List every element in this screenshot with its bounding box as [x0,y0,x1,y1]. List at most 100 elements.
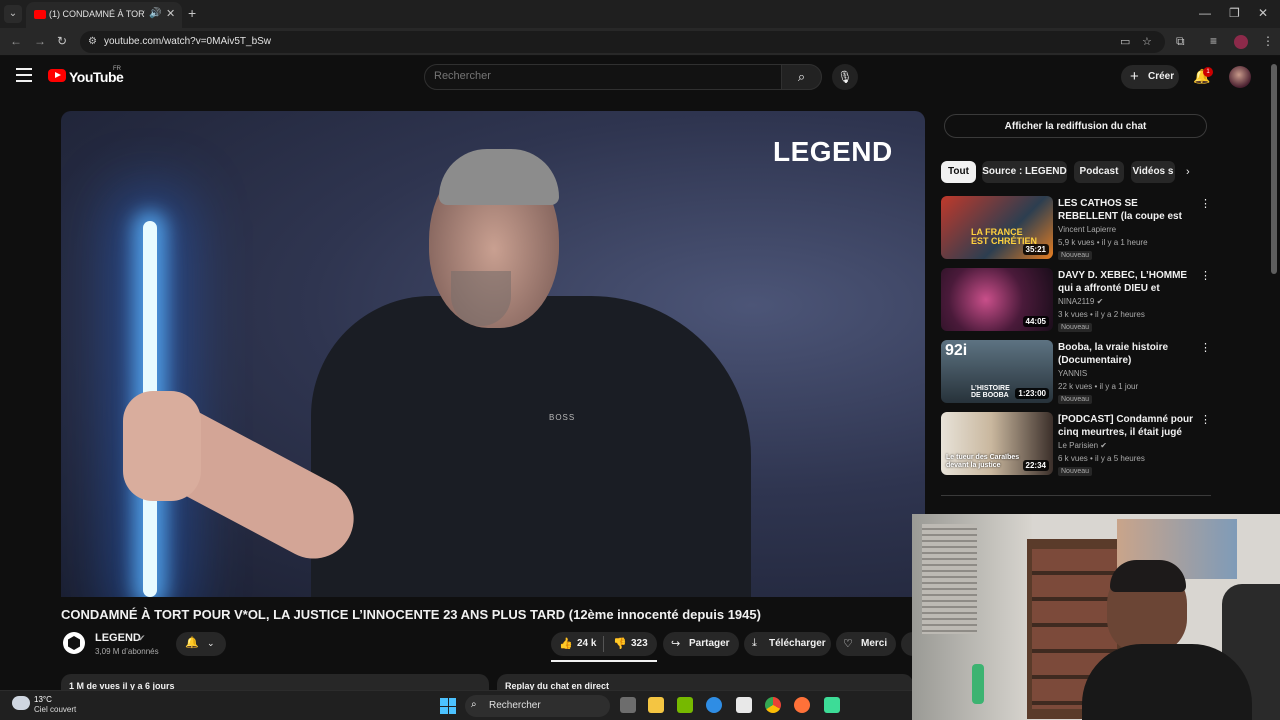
webcam-person-hair [1110,560,1186,592]
chip-all[interactable]: Tout [941,161,976,183]
windows-start-icon[interactable] [440,698,456,714]
chevron-down-icon: ⌄ [207,638,215,648]
recommendation-channel[interactable]: YANNIS [1058,369,1087,378]
recommendation-meta: 22 k vues • il y a 1 jour [1058,382,1139,391]
weather-description[interactable]: Ciel couvert [34,705,76,714]
reload-icon[interactable]: ↻ [57,34,67,48]
search-button[interactable]: ⌕ [781,64,822,90]
thanks-button[interactable]: ♡ Merci [836,632,896,656]
chip-source-legend[interactable]: Source : LEGEND [982,161,1067,183]
taskbar-search[interactable]: ⌕ Rechercher [465,695,610,717]
recommendation-title[interactable]: DAVY D. XEBEC, L’HOMME qui a affronté DI… [1058,269,1196,295]
more-options-icon[interactable]: ⋮ [1200,269,1211,282]
share-button[interactable]: ↪ Partager [663,632,739,656]
weather-temperature[interactable]: 13°C [34,695,52,704]
webcam-person-body [1082,644,1252,720]
search-input[interactable] [434,70,764,82]
address-bar[interactable]: ⚙ youtube.com/watch?v=0MAiv5T_bSw ▭ ☆ [80,31,1165,53]
minimize-icon[interactable]: — [1199,6,1211,20]
youtube-header: YouTube FR ⌕ 🎙 + Créer 🔔 1 [0,57,1280,97]
cloud-icon[interactable] [12,696,30,710]
chevron-right-icon[interactable]: › [1186,166,1190,178]
youtube-logo-icon[interactable] [48,69,66,82]
more-options-icon[interactable]: ⋮ [1200,413,1211,426]
recommendation-title[interactable]: Booba, la vraie histoire (Documentaire) [1058,341,1196,367]
dislike-count[interactable]: 323 [631,638,648,649]
thumbs-down-icon[interactable]: 👎 [613,637,627,650]
restore-icon[interactable]: ❐ [1229,6,1240,20]
create-label: Créer [1148,71,1175,82]
channel-name[interactable]: LEGEND [95,632,141,644]
browser-menu-icon[interactable]: ⋮ [1262,34,1274,48]
more-options-icon[interactable]: ⋮ [1200,341,1211,354]
video-duration: 35:21 [1022,244,1049,255]
recommendation-channel[interactable]: Le Parisien ✔ [1058,441,1107,450]
show-chat-replay-button[interactable]: Afficher la rediffusion du chat [944,114,1207,138]
search-box[interactable] [424,64,782,90]
close-tab-icon[interactable]: ✕ [166,7,175,20]
recommendation-item[interactable]: 92i L’HISTOIRE DE BOOBA 1:23:00 Booba, l… [941,340,1211,406]
firefox-icon[interactable] [794,697,810,713]
reading-list-icon[interactable]: ≡ [1210,34,1217,48]
chip-videos[interactable]: Vidéos s [1131,161,1175,183]
video-duration: 44:05 [1022,316,1049,327]
close-window-icon[interactable]: ✕ [1258,6,1268,20]
audio-playing-icon[interactable]: 🔊 [149,8,161,19]
hamburger-menu-icon[interactable] [16,68,32,82]
video-thumbnail[interactable]: 44:05 [941,268,1053,331]
recommendation-title[interactable]: [PODCAST] Condamné pour cinq meurtres, i… [1058,413,1196,439]
nvidia-icon[interactable] [677,697,693,713]
recommendation-item[interactable]: 44:05 DAVY D. XEBEC, L’HOMME qui a affro… [941,268,1211,334]
recommendation-title[interactable]: LES CATHOS SE REBELLENT (la coupe est pl… [1058,197,1196,223]
create-button[interactable]: + Créer [1121,65,1179,89]
browser-tab[interactable]: (1) CONDAMNÉ À TORT POUR 🔊 ✕ [26,2,182,28]
forward-arrow-icon[interactable]: → [34,34,46,48]
task-view-icon[interactable] [620,697,636,713]
chrome-icon[interactable] [765,697,781,713]
extensions-icon[interactable]: ⧉ [1176,34,1185,49]
profile-avatar[interactable] [1234,35,1248,49]
verified-badge-icon: ✔ [138,633,146,643]
back-arrow-icon[interactable]: ← [10,34,22,48]
browser-tab-strip: ⌄ (1) CONDAMNÉ À TORT POUR 🔊 ✕ + — ❐ ✕ [0,0,1280,28]
channel-label: Le Parisien [1058,441,1099,450]
heart-dollar-icon: ♡ [843,638,853,650]
video-player[interactable]: BOSS LEGEND [61,111,925,597]
chip-podcast[interactable]: Podcast [1074,161,1124,183]
notification-preference-button[interactable]: 🔔 ⌄ [176,632,226,656]
recommendation-item[interactable]: LA FRANCE EST CHRÉTIEN 35:21 LES CATHOS … [941,196,1211,262]
video-thumbnail[interactable]: Le tueur des Caraïbes devant la justice … [941,412,1053,475]
voice-search-button[interactable]: 🎙 [832,64,858,90]
app-icon[interactable] [824,697,840,713]
windows-taskbar: 13°C Ciel couvert ⌕ Rechercher [0,690,912,720]
site-info-icon[interactable]: ⚙ [88,36,97,47]
account-avatar[interactable] [1229,66,1251,88]
bookmark-star-icon[interactable]: ☆ [1142,35,1152,48]
recommendation-channel[interactable]: Vincent Lapierre [1058,225,1116,234]
verified-badge-icon: ✔ [1100,441,1107,450]
recommendation-channel[interactable]: NINA2119 ✔ [1058,297,1103,306]
cast-icon[interactable]: ▭ [1120,35,1130,48]
recommendation-meta: 6 k vues • il y a 5 heures [1058,454,1145,463]
page-scrollbar[interactable] [1271,64,1277,274]
channel-avatar[interactable] [63,632,85,654]
sidebar-divider [941,495,1211,496]
video-thumbnail[interactable]: LA FRANCE EST CHRÉTIEN 35:21 [941,196,1053,259]
tab-title: (1) CONDAMNÉ À TORT POUR [49,9,145,19]
recommendation-item[interactable]: Le tueur des Caraïbes devant la justice … [941,412,1211,478]
file-explorer-icon[interactable] [648,697,664,713]
url-text[interactable]: youtube.com/watch?v=0MAiv5T_bSw [104,36,271,47]
like-underline [551,660,657,662]
new-tab-icon[interactable]: + [188,5,196,21]
thumbs-up-icon[interactable]: 👍 [559,637,573,650]
download-button[interactable]: ⤓ Télécharger [744,632,831,656]
edge-icon[interactable] [706,697,722,713]
video-thumbnail[interactable]: 92i L’HISTOIRE DE BOOBA 1:23:00 [941,340,1053,403]
more-options-icon[interactable]: ⋮ [1200,197,1211,210]
store-icon[interactable] [736,697,752,713]
country-code: FR [113,66,121,72]
webcam-bottle [972,664,984,704]
like-count[interactable]: 24 k [577,638,596,649]
tab-search-button[interactable]: ⌄ [4,5,22,23]
video-duration: 1:23:00 [1015,388,1049,399]
